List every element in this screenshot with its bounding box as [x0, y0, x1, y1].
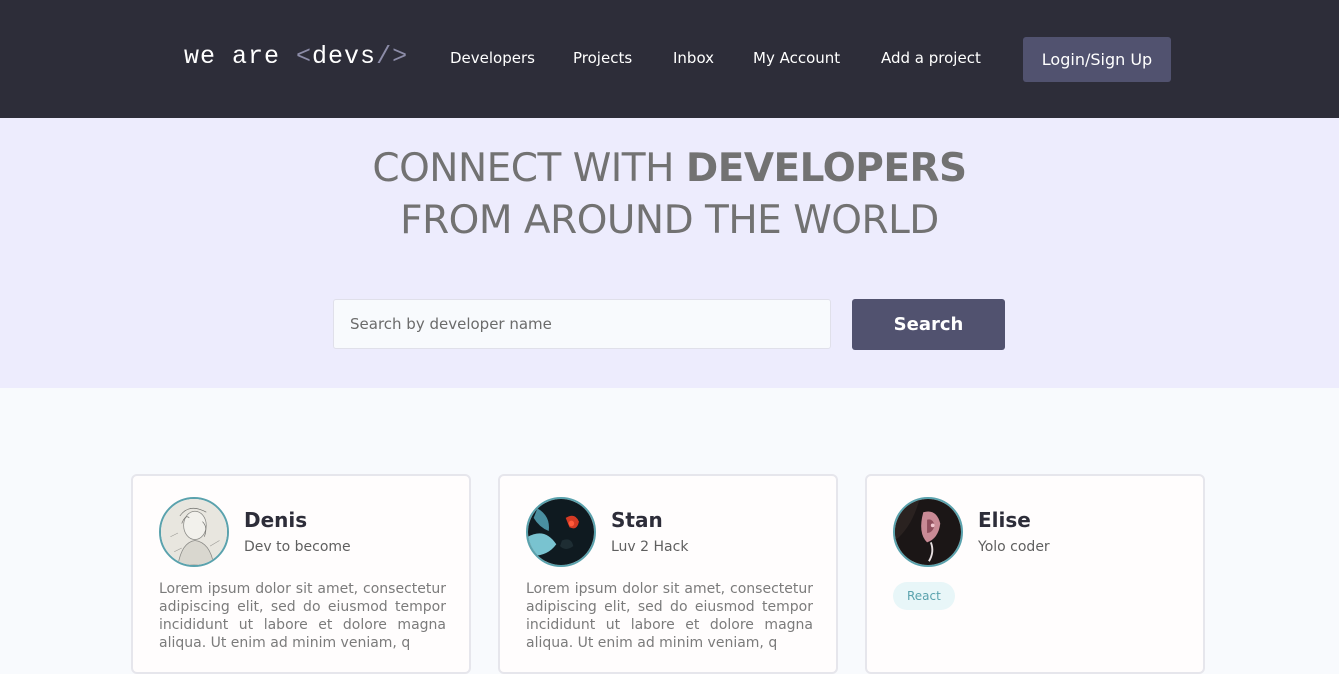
developer-bio: Lorem ipsum dolor sit amet, consectetur … [526, 581, 813, 651]
avatar-abstract-image [528, 499, 594, 565]
developer-name: Elise [978, 508, 1031, 532]
developer-card[interactable]: Elise Yolo coder React [865, 474, 1205, 674]
hero-title-prefix: CONNECT WITH [372, 146, 686, 191]
hero-section: CONNECT WITH DEVELOPERS FROM AROUND THE … [0, 118, 1339, 388]
logo-text: we are [184, 42, 297, 71]
developer-name: Stan [611, 508, 663, 532]
developer-tagline: Yolo coder [978, 539, 1050, 555]
search-button[interactable]: Search [852, 299, 1005, 350]
skill-tag[interactable]: React [893, 582, 955, 610]
login-signup-button[interactable]: Login/Sign Up [1023, 37, 1171, 82]
avatar-flower-image [895, 499, 961, 565]
developer-bio: Lorem ipsum dolor sit amet, consectetur … [159, 581, 446, 651]
avatar [893, 497, 963, 567]
developer-card[interactable]: Stan Luv 2 Hack Lorem ipsum dolor sit am… [498, 474, 838, 674]
logo-word: devs [312, 42, 377, 71]
developer-tagline: Luv 2 Hack [611, 539, 689, 555]
top-navbar: we are <devs/> Developers Projects Inbox… [0, 0, 1339, 118]
hero-title-line1: CONNECT WITH DEVELOPERS [0, 146, 1339, 191]
avatar-sketch-image [161, 499, 227, 565]
avatar [159, 497, 229, 567]
developer-tagline: Dev to become [244, 539, 351, 555]
logo-bracket-open: < [296, 42, 313, 71]
nav-link-add-project[interactable]: Add a project [881, 49, 981, 67]
nav-link-my-account[interactable]: My Account [753, 49, 840, 67]
hero-title-bold: DEVELOPERS [685, 146, 967, 191]
hero-title-line2: FROM AROUND THE WORLD [400, 198, 939, 243]
nav-link-projects[interactable]: Projects [573, 49, 632, 67]
developer-name: Denis [244, 508, 308, 532]
logo-bracket-close: /> [376, 42, 409, 71]
developer-card[interactable]: Denis Dev to become Lorem ipsum dolor si… [131, 474, 471, 674]
nav-link-developers[interactable]: Developers [450, 49, 535, 67]
site-logo[interactable]: we are <devs/> [184, 42, 408, 71]
search-input[interactable] [333, 299, 831, 349]
nav-link-inbox[interactable]: Inbox [673, 49, 714, 67]
avatar [526, 497, 596, 567]
